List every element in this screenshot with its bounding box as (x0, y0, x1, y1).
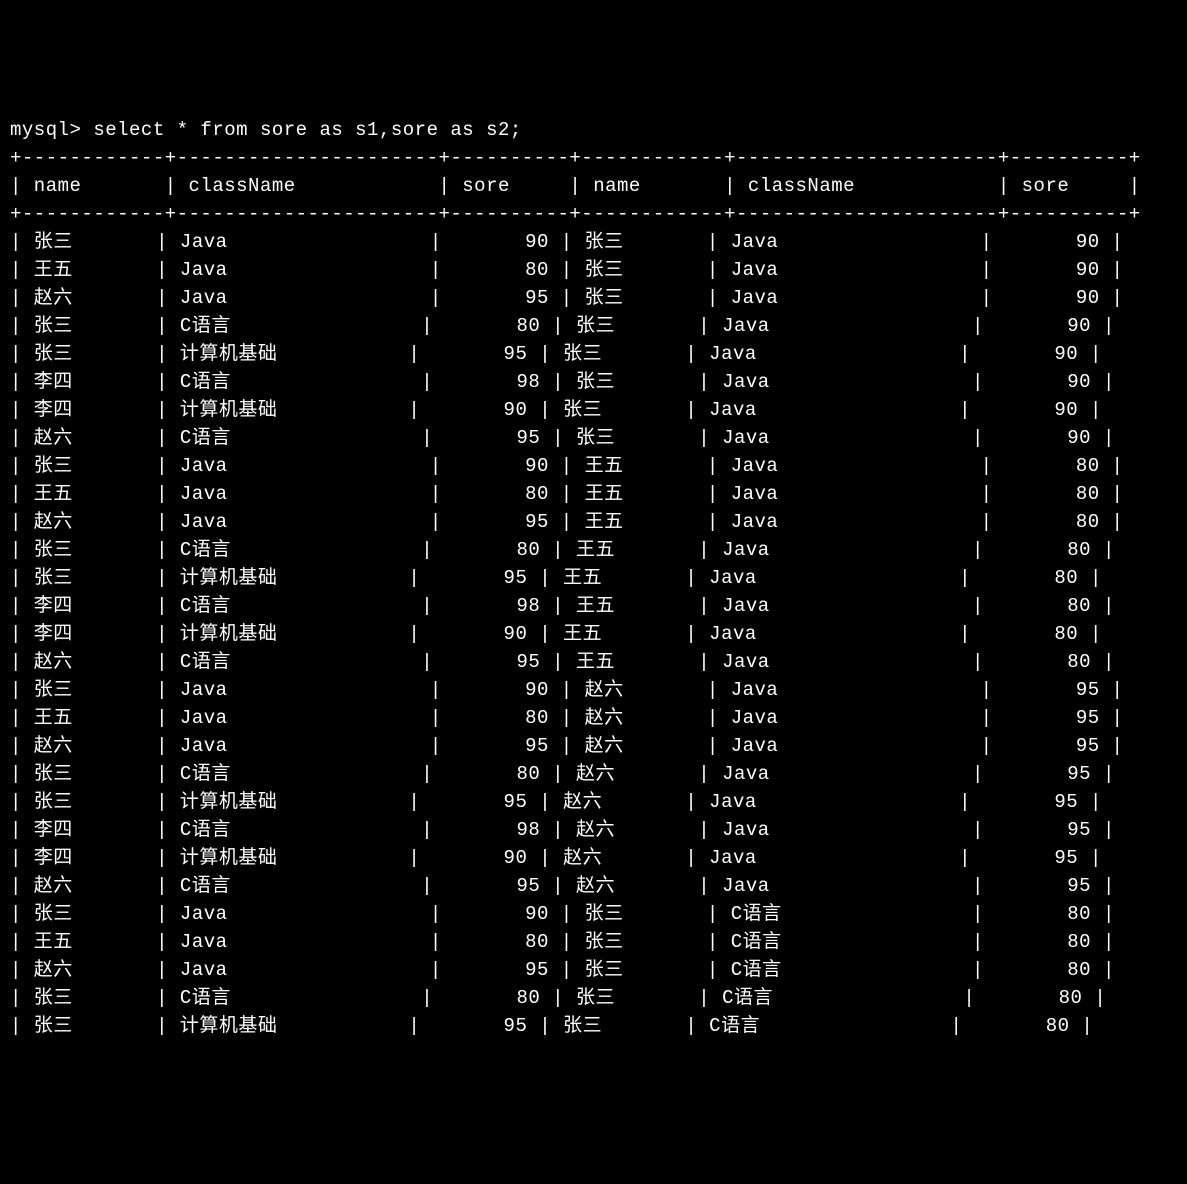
terminal-line: | 李四 | 计算机基础 | 90 | 赵六 | Java | 95 | (10, 844, 1177, 872)
terminal-line: mysql> select * from sore as s1,sore as … (10, 116, 1177, 144)
terminal-line: | 张三 | 计算机基础 | 95 | 张三 | Java | 90 | (10, 340, 1177, 368)
terminal-line: | 张三 | Java | 90 | 张三 | C语言 | 80 | (10, 900, 1177, 928)
terminal-line: | 张三 | C语言 | 80 | 张三 | Java | 90 | (10, 312, 1177, 340)
terminal-line: | 张三 | 计算机基础 | 95 | 王五 | Java | 80 | (10, 564, 1177, 592)
terminal-line: | 张三 | 计算机基础 | 95 | 赵六 | Java | 95 | (10, 788, 1177, 816)
terminal-line: | 王五 | Java | 80 | 张三 | Java | 90 | (10, 256, 1177, 284)
terminal-line: | 张三 | 计算机基础 | 95 | 张三 | C语言 | 80 | (10, 1012, 1177, 1040)
terminal-line: | 李四 | 计算机基础 | 90 | 张三 | Java | 90 | (10, 396, 1177, 424)
terminal-line: | 赵六 | Java | 95 | 王五 | Java | 80 | (10, 508, 1177, 536)
terminal-line: | 张三 | Java | 90 | 张三 | Java | 90 | (10, 228, 1177, 256)
terminal-line: | 张三 | Java | 90 | 赵六 | Java | 95 | (10, 676, 1177, 704)
terminal-line: | 赵六 | Java | 95 | 张三 | C语言 | 80 | (10, 956, 1177, 984)
terminal-line: +------------+----------------------+---… (10, 144, 1177, 172)
terminal-line: | 王五 | Java | 80 | 赵六 | Java | 95 | (10, 704, 1177, 732)
terminal-line: | 张三 | Java | 90 | 王五 | Java | 80 | (10, 452, 1177, 480)
terminal-line: | 赵六 | C语言 | 95 | 赵六 | Java | 95 | (10, 872, 1177, 900)
terminal-line: | 张三 | C语言 | 80 | 赵六 | Java | 95 | (10, 760, 1177, 788)
terminal-line: +------------+----------------------+---… (10, 200, 1177, 228)
terminal-line: | 赵六 | Java | 95 | 赵六 | Java | 95 | (10, 732, 1177, 760)
terminal-line: | 张三 | C语言 | 80 | 王五 | Java | 80 | (10, 536, 1177, 564)
terminal-line: | 王五 | Java | 80 | 张三 | C语言 | 80 | (10, 928, 1177, 956)
terminal-line: | 李四 | 计算机基础 | 90 | 王五 | Java | 80 | (10, 620, 1177, 648)
terminal-line: | 李四 | C语言 | 98 | 王五 | Java | 80 | (10, 592, 1177, 620)
terminal-line: | 张三 | C语言 | 80 | 张三 | C语言 | 80 | (10, 984, 1177, 1012)
terminal-line: | 李四 | C语言 | 98 | 赵六 | Java | 95 | (10, 816, 1177, 844)
terminal-line: | 王五 | Java | 80 | 王五 | Java | 80 | (10, 480, 1177, 508)
terminal-line: | 赵六 | C语言 | 95 | 张三 | Java | 90 | (10, 424, 1177, 452)
terminal-line: | 赵六 | Java | 95 | 张三 | Java | 90 | (10, 284, 1177, 312)
mysql-terminal[interactable]: mysql> select * from sore as s1,sore as … (10, 116, 1177, 1040)
terminal-line: | 赵六 | C语言 | 95 | 王五 | Java | 80 | (10, 648, 1177, 676)
terminal-line: | 李四 | C语言 | 98 | 张三 | Java | 90 | (10, 368, 1177, 396)
terminal-line: | name | className | sore | name | class… (10, 172, 1177, 200)
